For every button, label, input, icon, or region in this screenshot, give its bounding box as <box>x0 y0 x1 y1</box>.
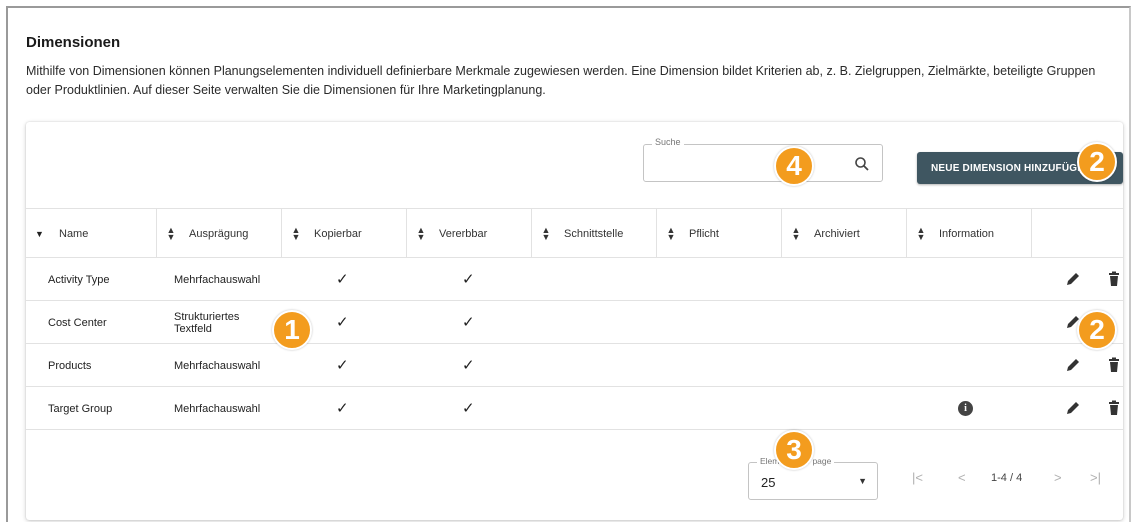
info-cell[interactable]: i <box>958 387 973 430</box>
table-row[interactable]: Target Group Mehrfachauswahl ✓ ✓ i <box>26 387 1123 430</box>
cell-name: Target Group <box>48 402 113 415</box>
checkmark-icon: ✓ <box>336 399 349 417</box>
search-icon[interactable] <box>854 156 870 172</box>
delete-icon[interactable] <box>1105 399 1123 417</box>
column-header-name[interactable]: ▼ Name <box>26 209 157 258</box>
checkmark-icon: ✓ <box>462 270 475 288</box>
page-title: Dimensionen <box>26 34 121 51</box>
checkmark-icon: ✓ <box>336 270 349 288</box>
column-header-kopierbar[interactable]: ▲ ▼ Kopierbar <box>282 209 407 258</box>
column-header-archiviert[interactable]: ▲ ▼ Archiviert <box>782 209 907 258</box>
sort-icon: ▲ ▼ <box>291 224 301 242</box>
column-header-vererbbar[interactable]: ▲ ▼ Vererbbar <box>407 209 532 258</box>
dimensions-card: Suche NEUE DIMENSION HINZUFÜGEN ▼ Name ▲… <box>26 122 1123 520</box>
checkmark-icon: ✓ <box>462 399 475 417</box>
chevron-down-icon: ▼ <box>858 476 867 486</box>
delete-icon[interactable] <box>1105 270 1123 288</box>
info-icon[interactable]: i <box>958 401 973 416</box>
callout-marker-2: 2 <box>1077 310 1117 350</box>
page: Dimensionen Mithilfe von Dimensionen kön… <box>6 6 1131 522</box>
checkmark-icon: ✓ <box>336 313 349 331</box>
next-page-icon[interactable]: > <box>1054 470 1062 485</box>
cell-auspraegung: Strukturiertes Textfeld <box>174 310 240 335</box>
sort-icon: ▲ ▼ <box>916 224 926 242</box>
delete-icon[interactable] <box>1105 356 1123 374</box>
callout-marker-1: 1 <box>272 310 312 350</box>
column-header-auspraegung[interactable]: ▲ ▼ Ausprägung <box>157 209 282 258</box>
column-header-information[interactable]: ▲ ▼ Information <box>907 209 1032 258</box>
cell-auspraegung: Mehrfachauswahl <box>174 359 261 372</box>
rows-per-page-select[interactable]: Elements per page 25 ▼ <box>748 456 878 500</box>
checkmark-icon: ✓ <box>462 356 475 374</box>
cell-name: Products <box>48 359 92 372</box>
cell-name: Cost Center <box>48 316 107 329</box>
page-range: 1-4 / 4 <box>991 472 1023 484</box>
sort-icon: ▲ ▼ <box>791 224 801 242</box>
sort-icon: ▲ ▼ <box>666 224 676 242</box>
callout-marker-2: 2 <box>1077 142 1117 182</box>
edit-icon[interactable] <box>1064 270 1082 288</box>
table-row[interactable]: Products Mehrfachauswahl ✓ ✓ <box>26 344 1123 387</box>
column-header-schnittstelle[interactable]: ▲ ▼ Schnittstelle <box>532 209 657 258</box>
cell-auspraegung: Mehrfachauswahl <box>174 402 261 415</box>
sort-desc-icon: ▼ <box>35 228 44 239</box>
prev-page-icon[interactable]: < <box>958 470 966 485</box>
sort-icon: ▲ ▼ <box>416 224 426 242</box>
sort-icon: ▲ ▼ <box>541 224 551 242</box>
first-page-icon[interactable]: |< <box>912 470 923 485</box>
column-header-pflicht[interactable]: ▲ ▼ Pflicht <box>657 209 782 258</box>
checkmark-icon: ✓ <box>462 313 475 331</box>
edit-icon[interactable] <box>1064 399 1082 417</box>
page-description: Mithilfe von Dimensionen können Planungs… <box>26 64 1096 97</box>
table-row[interactable]: Cost Center Strukturiertes Textfeld ✓ ✓ <box>26 301 1123 344</box>
edit-icon[interactable] <box>1064 356 1082 374</box>
rows-per-page-value: 25 <box>761 475 776 490</box>
table-header: ▼ Name ▲ ▼ Ausprägung ▲ ▼ Kopierbar ▲ ▼ Ver… <box>26 208 1123 258</box>
cell-auspraegung: Mehrfachauswahl <box>174 273 261 286</box>
sort-icon: ▲ ▼ <box>166 224 176 242</box>
callout-marker-4: 4 <box>774 146 814 186</box>
last-page-icon[interactable]: >| <box>1090 470 1101 485</box>
cell-name: Activity Type <box>48 273 110 286</box>
checkmark-icon: ✓ <box>336 356 349 374</box>
table-row[interactable]: Activity Type Mehrfachauswahl ✓ ✓ <box>26 258 1123 301</box>
callout-marker-3: 3 <box>774 430 814 470</box>
search-field[interactable]: Suche <box>643 137 883 182</box>
search-label: Suche <box>652 137 684 147</box>
